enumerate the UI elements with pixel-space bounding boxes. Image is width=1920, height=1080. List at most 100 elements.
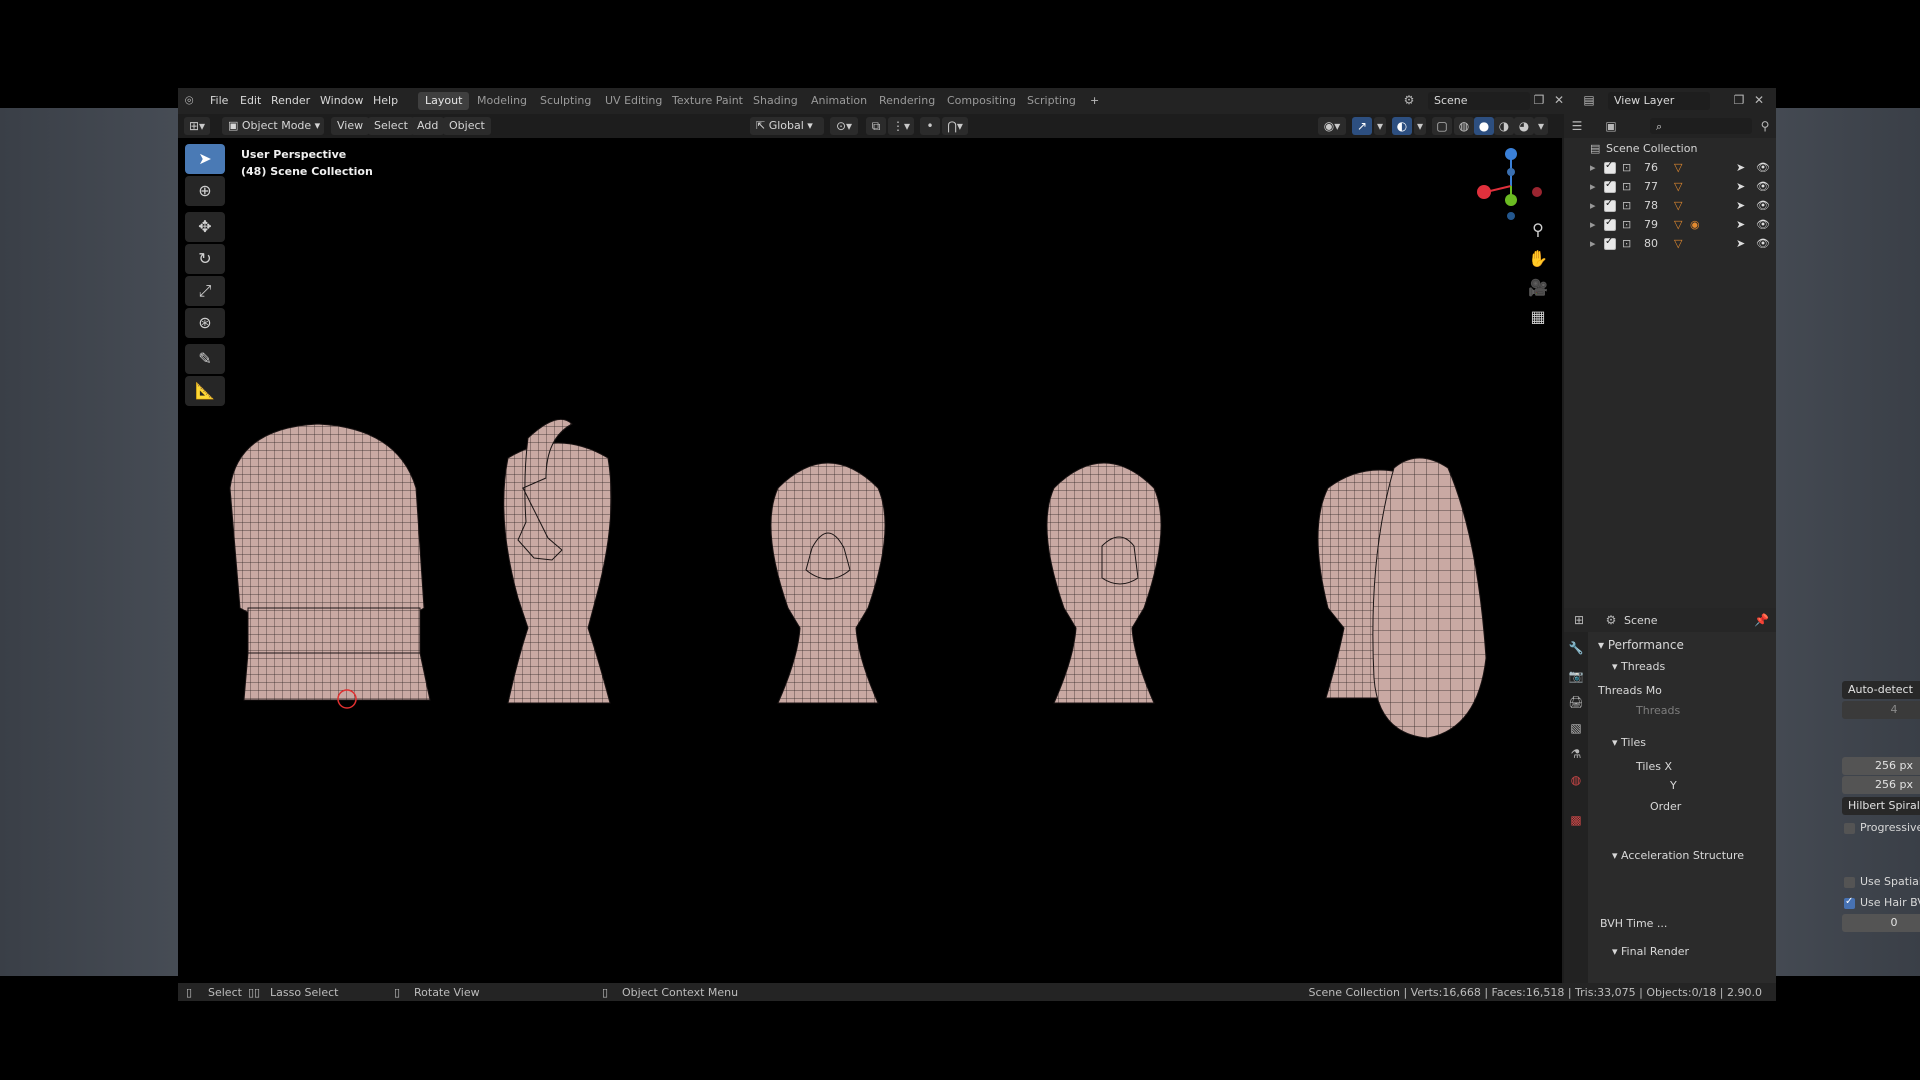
view-layer-field[interactable]: View Layer	[1608, 92, 1710, 110]
texture-tab-icon[interactable]: ▩	[1568, 812, 1584, 828]
proportional-edit-icon[interactable]: •	[920, 117, 940, 135]
filter-icon[interactable]: ⚲	[1758, 119, 1772, 133]
include-checkbox[interactable]	[1604, 198, 1616, 212]
outliner-item[interactable]: ▸ ⊡ 78 ▽ ➤ 👁	[1564, 197, 1776, 215]
acceleration-subpanel-header[interactable]: ▾ Acceleration Structure	[1612, 849, 1744, 862]
tiles-x-field[interactable]: 256 px	[1842, 757, 1920, 775]
selectable-arrow-icon[interactable]: ➤	[1736, 180, 1745, 193]
tab-uv-editing[interactable]: UV Editing	[598, 92, 669, 110]
expand-arrow-icon[interactable]: ▸	[1590, 218, 1596, 231]
view-layer-tab-icon[interactable]: ▧	[1568, 720, 1584, 736]
expand-arrow-icon[interactable]: ▸	[1590, 237, 1596, 250]
threads-mode-dropdown[interactable]: Auto-detect⌄	[1842, 681, 1920, 699]
object-menu[interactable]: Object	[443, 117, 491, 135]
gizmo-dropdown-icon[interactable]: ▾	[1374, 117, 1386, 135]
shading-dropdown-icon[interactable]: ▾	[1534, 117, 1548, 135]
tiles-subpanel-header[interactable]: ▾ Tiles	[1612, 736, 1646, 749]
pivot-icon[interactable]: ⊙▾	[830, 117, 858, 135]
mesh-head-1[interactable]	[229, 423, 431, 709]
eye-icon[interactable]: 👁	[1756, 199, 1770, 212]
scene-tab-icon[interactable]: ⚗	[1568, 746, 1584, 762]
include-checkbox[interactable]	[1604, 179, 1616, 193]
rendered-shading-icon[interactable]: ◕	[1514, 117, 1534, 135]
eye-icon[interactable]: 👁	[1756, 237, 1770, 250]
mode-dropdown[interactable]: ▣ Object Mode ▾	[222, 117, 324, 135]
solid-shading-icon[interactable]: ●	[1474, 117, 1494, 135]
performance-panel-header[interactable]: ▾ Performance	[1598, 638, 1684, 652]
include-checkbox[interactable]	[1604, 236, 1616, 250]
outliner-editor-icon[interactable]: ☰	[1570, 119, 1584, 133]
menu-window[interactable]: Window	[320, 94, 363, 107]
menu-edit[interactable]: Edit	[240, 94, 261, 107]
expand-arrow-icon[interactable]: ▸	[1590, 199, 1596, 212]
overlay-dropdown-icon[interactable]: ▾	[1414, 117, 1426, 135]
tab-animation[interactable]: Animation	[804, 92, 874, 110]
include-checkbox[interactable]	[1604, 160, 1616, 174]
view-layer-icon[interactable]: ▤	[1582, 93, 1596, 107]
gizmo-icon[interactable]: ↗	[1352, 117, 1372, 135]
xray-icon[interactable]: ▢	[1432, 117, 1452, 135]
view-menu[interactable]: View	[331, 117, 370, 135]
outliner-item[interactable]: ▸ ⊡ 77 ▽ ➤ 👁	[1564, 178, 1776, 196]
outliner-item[interactable]: ▸ ⊡ 76 ▽ ➤ 👁	[1564, 159, 1776, 177]
tab-modeling[interactable]: Modeling	[470, 92, 534, 110]
world-tab-icon[interactable]: ◍	[1568, 772, 1584, 788]
eye-icon[interactable]: 👁	[1756, 161, 1770, 174]
properties-editor-icon[interactable]: ⊞	[1572, 613, 1586, 627]
outliner-root[interactable]: ▤ Scene Collection	[1564, 140, 1776, 158]
new-view-layer-icon[interactable]: ❐	[1732, 93, 1746, 107]
tab-texture-paint[interactable]: Texture Paint	[665, 92, 750, 110]
tiles-y-field[interactable]: 256 px	[1842, 776, 1920, 794]
outliner-item[interactable]: ▸ ⊡ 79 ▽ ◉ ➤ 👁	[1564, 216, 1776, 234]
tab-rendering[interactable]: Rendering	[872, 92, 942, 110]
spatial-splits-checkbox[interactable]	[1844, 877, 1855, 888]
menu-help[interactable]: Help	[373, 94, 398, 107]
selectable-arrow-icon[interactable]: ➤	[1736, 161, 1745, 174]
visibility-icon[interactable]: ◉▾	[1318, 117, 1346, 135]
tab-layout[interactable]: Layout	[418, 92, 470, 110]
falloff-icon[interactable]: ⋂▾	[942, 117, 968, 135]
menu-file[interactable]: File	[210, 94, 228, 107]
bvh-time-field[interactable]: 0	[1842, 914, 1920, 932]
editor-type-icon[interactable]: ⊞▾	[184, 117, 210, 135]
expand-arrow-icon[interactable]: ▸	[1590, 180, 1596, 193]
transform-orientation-dropdown[interactable]: ⇱ Global ▾	[750, 117, 824, 135]
wireframe-shading-icon[interactable]: ◍	[1454, 117, 1474, 135]
include-checkbox[interactable]	[1604, 217, 1616, 231]
selectable-arrow-icon[interactable]: ➤	[1736, 199, 1745, 212]
add-menu[interactable]: Add	[411, 117, 445, 135]
order-dropdown[interactable]: Hilbert Spiral⌄	[1842, 797, 1920, 815]
progressive-refine-checkbox[interactable]	[1844, 823, 1855, 834]
threads-subpanel-header[interactable]: ▾ Threads	[1612, 660, 1665, 673]
new-scene-icon[interactable]: ❐	[1532, 93, 1546, 107]
blender-logo-icon[interactable]: ⌾	[185, 93, 201, 109]
overlay-icon[interactable]: ◐	[1392, 117, 1412, 135]
tab-sculpting[interactable]: Sculpting	[533, 92, 598, 110]
outliner-search-input[interactable]: ⌕	[1650, 118, 1752, 134]
material-shading-icon[interactable]: ◑	[1494, 117, 1514, 135]
menu-render[interactable]: Render	[271, 94, 310, 107]
close-view-layer-icon[interactable]: ✕	[1752, 93, 1766, 107]
outliner-item[interactable]: ▸ ⊡ 80 ▽ ➤ 👁	[1564, 235, 1776, 253]
scene-icon[interactable]: ⚙	[1402, 93, 1416, 107]
tool-tab-icon[interactable]: 🔧	[1568, 640, 1584, 656]
pin-icon[interactable]: 📌	[1754, 613, 1769, 627]
mesh-head-3[interactable]	[770, 462, 886, 704]
selectable-arrow-icon[interactable]: ➤	[1736, 218, 1745, 231]
final-render-subpanel-header[interactable]: ▾ Final Render	[1612, 945, 1689, 958]
tab-scripting[interactable]: Scripting	[1020, 92, 1083, 110]
3d-viewport[interactable]: User Perspective (48) Scene Collection ➤…	[178, 138, 1562, 983]
select-menu[interactable]: Select	[368, 117, 414, 135]
selectable-arrow-icon[interactable]: ➤	[1736, 237, 1745, 250]
close-scene-icon[interactable]: ✕	[1552, 93, 1566, 107]
eye-icon[interactable]: 👁	[1756, 218, 1770, 231]
hair-bvh-checkbox[interactable]	[1844, 896, 1855, 909]
expand-arrow-icon[interactable]: ▸	[1590, 161, 1596, 174]
snap-target-icon[interactable]: ⋮▾	[888, 117, 914, 135]
mesh-head-4[interactable]	[1046, 462, 1162, 704]
scene-field[interactable]: Scene	[1428, 92, 1530, 110]
eye-icon[interactable]: 👁	[1756, 180, 1770, 193]
mesh-head-2[interactable]	[503, 418, 612, 704]
mesh-head-5[interactable]	[1317, 457, 1487, 739]
snap-icon[interactable]: ⧉	[866, 117, 886, 135]
